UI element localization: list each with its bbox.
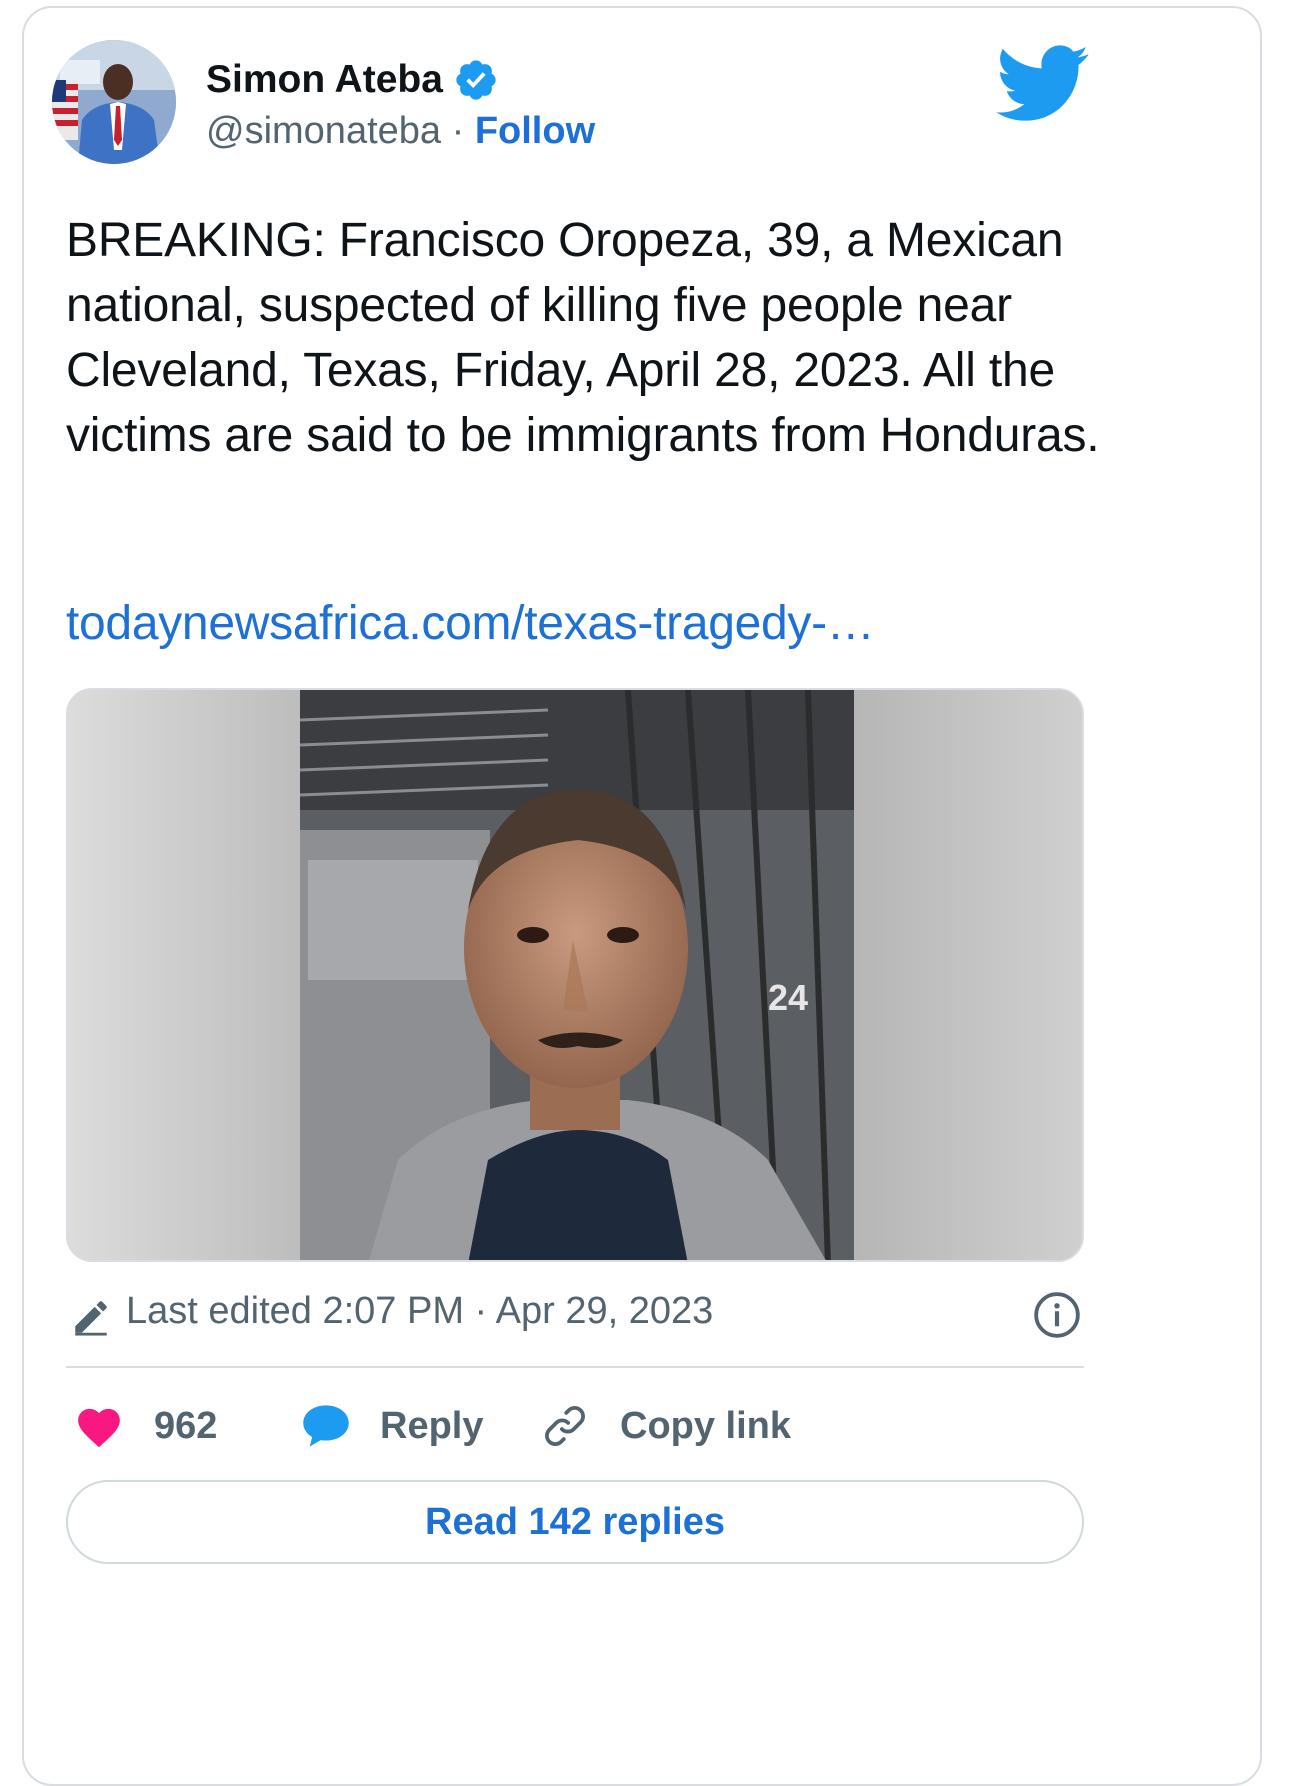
- handle-separator: ·: [451, 110, 465, 152]
- like-button[interactable]: 962: [74, 1396, 217, 1456]
- author-name-row: Simon Ateba: [206, 55, 499, 105]
- divider: [66, 1366, 1084, 1368]
- heart-icon: [78, 1408, 120, 1448]
- edit-pencil-icon: [75, 1301, 107, 1336]
- copy-link-button[interactable]: Copy link: [540, 1396, 791, 1456]
- photo-overlay-number: 24: [768, 977, 808, 1018]
- read-replies-button[interactable]: Read 142 replies: [66, 1480, 1084, 1564]
- reply-label: Reply: [380, 1404, 484, 1447]
- like-count: 962: [154, 1404, 218, 1447]
- action-bar: 962 Reply Copy link: [74, 1396, 1074, 1456]
- tweet-text: BREAKING: Francisco Oropeza, 39, a Mexic…: [66, 214, 1100, 462]
- edited-meta-row: Last edited 2:07 PM · Apr 29, 2023: [70, 1288, 1082, 1340]
- verified-badge-icon: [456, 60, 496, 100]
- link-icon: [545, 1406, 585, 1446]
- follow-button[interactable]: Follow: [475, 110, 595, 152]
- info-icon[interactable]: [1032, 1290, 1082, 1340]
- edited-timestamp[interactable]: Last edited 2:07 PM · Apr 29, 2023: [126, 1290, 713, 1333]
- reply-button[interactable]: Reply: [300, 1396, 483, 1456]
- author-handle-row: @simonateba · Follow: [206, 110, 595, 153]
- tweet-link[interactable]: todaynewsafrica.com/texas-tragedy-…: [66, 596, 875, 651]
- tweet-media[interactable]: 24: [66, 688, 1084, 1262]
- author-handle[interactable]: @simonateba: [206, 110, 441, 152]
- copy-link-label: Copy link: [620, 1404, 792, 1447]
- read-replies-label: Read 142 replies: [425, 1500, 725, 1543]
- twitter-bird-icon[interactable]: [995, 45, 1091, 123]
- reply-bubble-icon: [303, 1405, 349, 1447]
- suspect-photo: 24: [68, 690, 1082, 1260]
- author-name[interactable]: Simon Ateba: [206, 58, 443, 102]
- avatar[interactable]: [52, 40, 176, 164]
- avatar-image: [52, 40, 176, 164]
